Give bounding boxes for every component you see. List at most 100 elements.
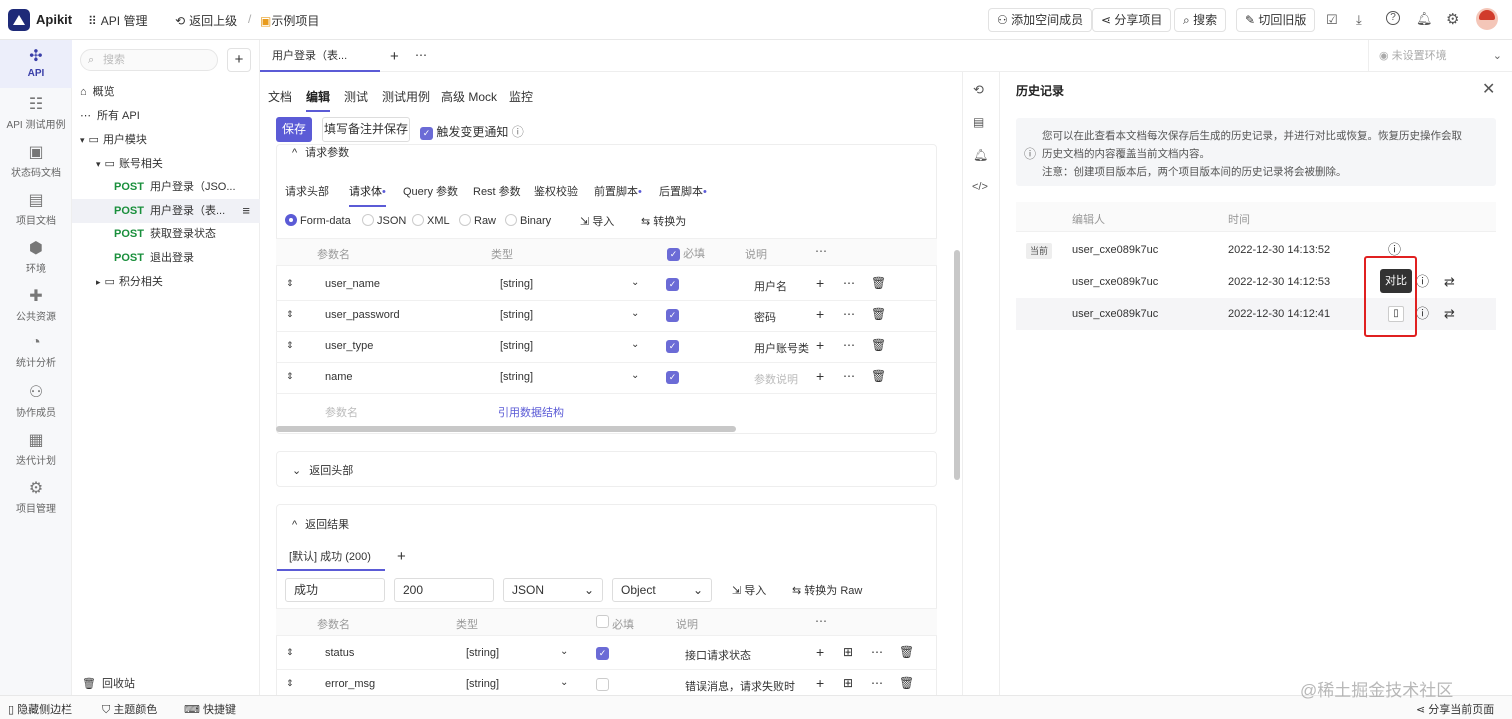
chevron-down-icon[interactable]: ⌄	[560, 646, 568, 657]
param-name[interactable]: status	[325, 647, 354, 659]
more-icon[interactable]: ⋯	[843, 307, 855, 321]
chevron-down-icon[interactable]: ⌄	[631, 308, 639, 319]
switch-old-button[interactable]: ✎ 切回旧版	[1236, 8, 1316, 32]
recycle-bin[interactable]: 🗑︎ 回收站	[72, 672, 260, 696]
more-icon[interactable]: ⋯	[871, 645, 883, 659]
tree-api-item-selected[interactable]: POST 用户登录（表... ≡	[72, 199, 260, 223]
theme-button[interactable]: ⛉ 主题颜色	[102, 701, 157, 717]
calendar-check-icon[interactable]: ☑	[1326, 12, 1338, 28]
trash-icon[interactable]: 🗑︎	[899, 676, 914, 690]
param-type[interactable]: [string]	[500, 340, 533, 352]
settings-gear-icon[interactable]: ⚙	[1446, 10, 1459, 28]
param-desc[interactable]: 错误消息，请求失败时	[685, 678, 795, 694]
trash-icon[interactable]: 🗑︎	[899, 645, 914, 659]
close-icon[interactable]: ✕	[1482, 79, 1495, 99]
col-required[interactable]: 必填	[596, 615, 634, 632]
hide-sidebar-button[interactable]: ▯ 隐藏侧边栏	[8, 701, 72, 717]
required-checkbox[interactable]: ✓	[666, 371, 679, 384]
add-member-button[interactable]: ⚇ 添加空间成员	[988, 8, 1093, 32]
trash-icon[interactable]: 🗑︎	[871, 307, 886, 321]
required-checkbox[interactable]: ✓	[596, 647, 609, 660]
add-row-icon[interactable]: +	[816, 337, 824, 353]
more-icon[interactable]: ⋯	[843, 276, 855, 290]
trash-icon[interactable]: 🗑︎	[871, 338, 886, 352]
convert-button[interactable]: ⇆ 转换为	[641, 213, 686, 229]
tree-api-item[interactable]: POST 退出登录	[72, 246, 260, 270]
more-icon[interactable]: ⋯	[843, 369, 855, 383]
param-desc-placeholder[interactable]: 参数说明	[754, 371, 798, 387]
drag-handle-icon[interactable]: ⇕	[286, 340, 294, 351]
share-page-button[interactable]: ⋖ 分享当前页面	[1416, 701, 1494, 717]
nav-item-chart[interactable]: ◔ 统计分析	[0, 334, 72, 369]
trash-icon[interactable]: 🗑︎	[871, 276, 886, 290]
body-type-raw[interactable]: Raw	[459, 214, 496, 227]
required-checkbox[interactable]: ✓	[666, 340, 679, 353]
chevron-down-icon[interactable]: ⌄	[560, 677, 568, 688]
tree-group-user[interactable]: ▾ ▭ 用户模块	[72, 128, 260, 152]
response-result-title[interactable]: ^ 返回结果	[292, 516, 349, 532]
nav-item-status-code[interactable]: ▣ 状态码文档	[0, 142, 72, 179]
chevron-down-icon[interactable]: ⌄	[631, 339, 639, 350]
param-desc[interactable]: 密码	[754, 309, 776, 325]
save-with-note-button[interactable]: 填写备注并保存	[322, 117, 410, 142]
notify-checkbox[interactable]: ✓ 触发变更通知 ⓘ	[420, 123, 524, 140]
response-root-select[interactable]: Object ⌄	[612, 578, 712, 602]
drag-handle-icon[interactable]: ⇕	[286, 309, 294, 320]
env-select[interactable]: ◉ 未设置环境 ⌄	[1368, 40, 1512, 72]
tab-monitor[interactable]: 监控	[509, 88, 533, 105]
info-icon[interactable]: ⓘ	[1416, 298, 1429, 330]
request-params-title[interactable]: ^ 请求参数	[292, 144, 349, 160]
vertical-scrollbar[interactable]	[954, 250, 960, 480]
drag-handle-icon[interactable]: ⇕	[286, 678, 294, 689]
body-type-json[interactable]: JSON	[362, 214, 406, 227]
response-header-title[interactable]: ⌄ 返回头部	[292, 462, 353, 478]
horizontal-scrollbar[interactable]	[276, 426, 736, 432]
add-response-icon[interactable]: +	[397, 548, 406, 565]
param-type[interactable]: [string]	[500, 371, 533, 383]
add-row-icon[interactable]: +	[816, 306, 824, 322]
tree-search-input[interactable]: ⌕ 搜索	[80, 49, 218, 71]
drag-handle-icon[interactable]: ⇕	[286, 647, 294, 658]
tree-api-item[interactable]: POST 用户登录（JSO...	[72, 175, 260, 199]
add-child-icon[interactable]: ⊞	[843, 645, 853, 659]
drag-handle-icon[interactable]: ⇕	[286, 278, 294, 289]
nav-item-test-case[interactable]: ☷ API 测试用例	[0, 94, 72, 131]
restore-icon[interactable]: ⇄	[1444, 266, 1455, 298]
ref-struct-link[interactable]: 引用数据结构	[498, 404, 564, 420]
required-checkbox[interactable]	[596, 678, 609, 691]
chevron-down-icon[interactable]: ⌄	[631, 277, 639, 288]
response-import-button[interactable]: ⇲ 导入	[732, 582, 766, 598]
param-type[interactable]: [string]	[466, 678, 499, 690]
menu-icon[interactable]: ≡	[242, 199, 250, 223]
chevron-down-icon[interactable]: ⌄	[631, 370, 639, 381]
code-icon[interactable]: </>	[972, 181, 988, 193]
trash-icon[interactable]: 🗑︎	[871, 369, 886, 383]
history-icon[interactable]: ⟲	[973, 82, 984, 98]
param-type[interactable]: [string]	[466, 647, 499, 659]
tree-item-all-api[interactable]: ⋯ 所有 API	[72, 104, 260, 128]
info-icon[interactable]: ⓘ	[1416, 266, 1429, 298]
col-required[interactable]: ✓ 必填	[667, 245, 705, 261]
back-button[interactable]: ⟲ 返回上级	[175, 12, 237, 29]
api-manage-menu[interactable]: ⠿ API 管理	[88, 12, 147, 29]
response-format-select[interactable]: JSON ⌄	[503, 578, 603, 602]
bell-icon[interactable]: 🔔︎	[1416, 11, 1433, 27]
req-tab-post-script[interactable]: 后置脚本•	[659, 183, 707, 199]
bell-icon[interactable]: 🔔︎	[973, 148, 988, 162]
req-tab-rest[interactable]: Rest 参数	[473, 183, 521, 199]
param-desc[interactable]: 用户名	[754, 278, 787, 294]
help-icon[interactable]: ?	[1386, 11, 1400, 25]
tab-mock[interactable]: 高级 Mock	[441, 88, 497, 105]
nav-item-calendar[interactable]: ▦ 迭代计划	[0, 430, 72, 467]
add-child-icon[interactable]: ⊞	[843, 676, 853, 690]
response-name-input[interactable]: 成功	[285, 578, 385, 602]
nav-item-members[interactable]: ⚇ 协作成员	[0, 382, 72, 419]
apikit-logo-icon[interactable]	[8, 9, 30, 31]
tab-edit[interactable]: 编辑	[306, 88, 331, 112]
required-checkbox[interactable]: ✓	[666, 278, 679, 291]
req-tab-auth[interactable]: 鉴权校验	[534, 183, 578, 199]
add-row-icon[interactable]: +	[816, 675, 824, 691]
project-name[interactable]: ▣示例项目	[260, 12, 319, 29]
param-name[interactable]: user_name	[325, 278, 380, 290]
param-type[interactable]: [string]	[500, 278, 533, 290]
